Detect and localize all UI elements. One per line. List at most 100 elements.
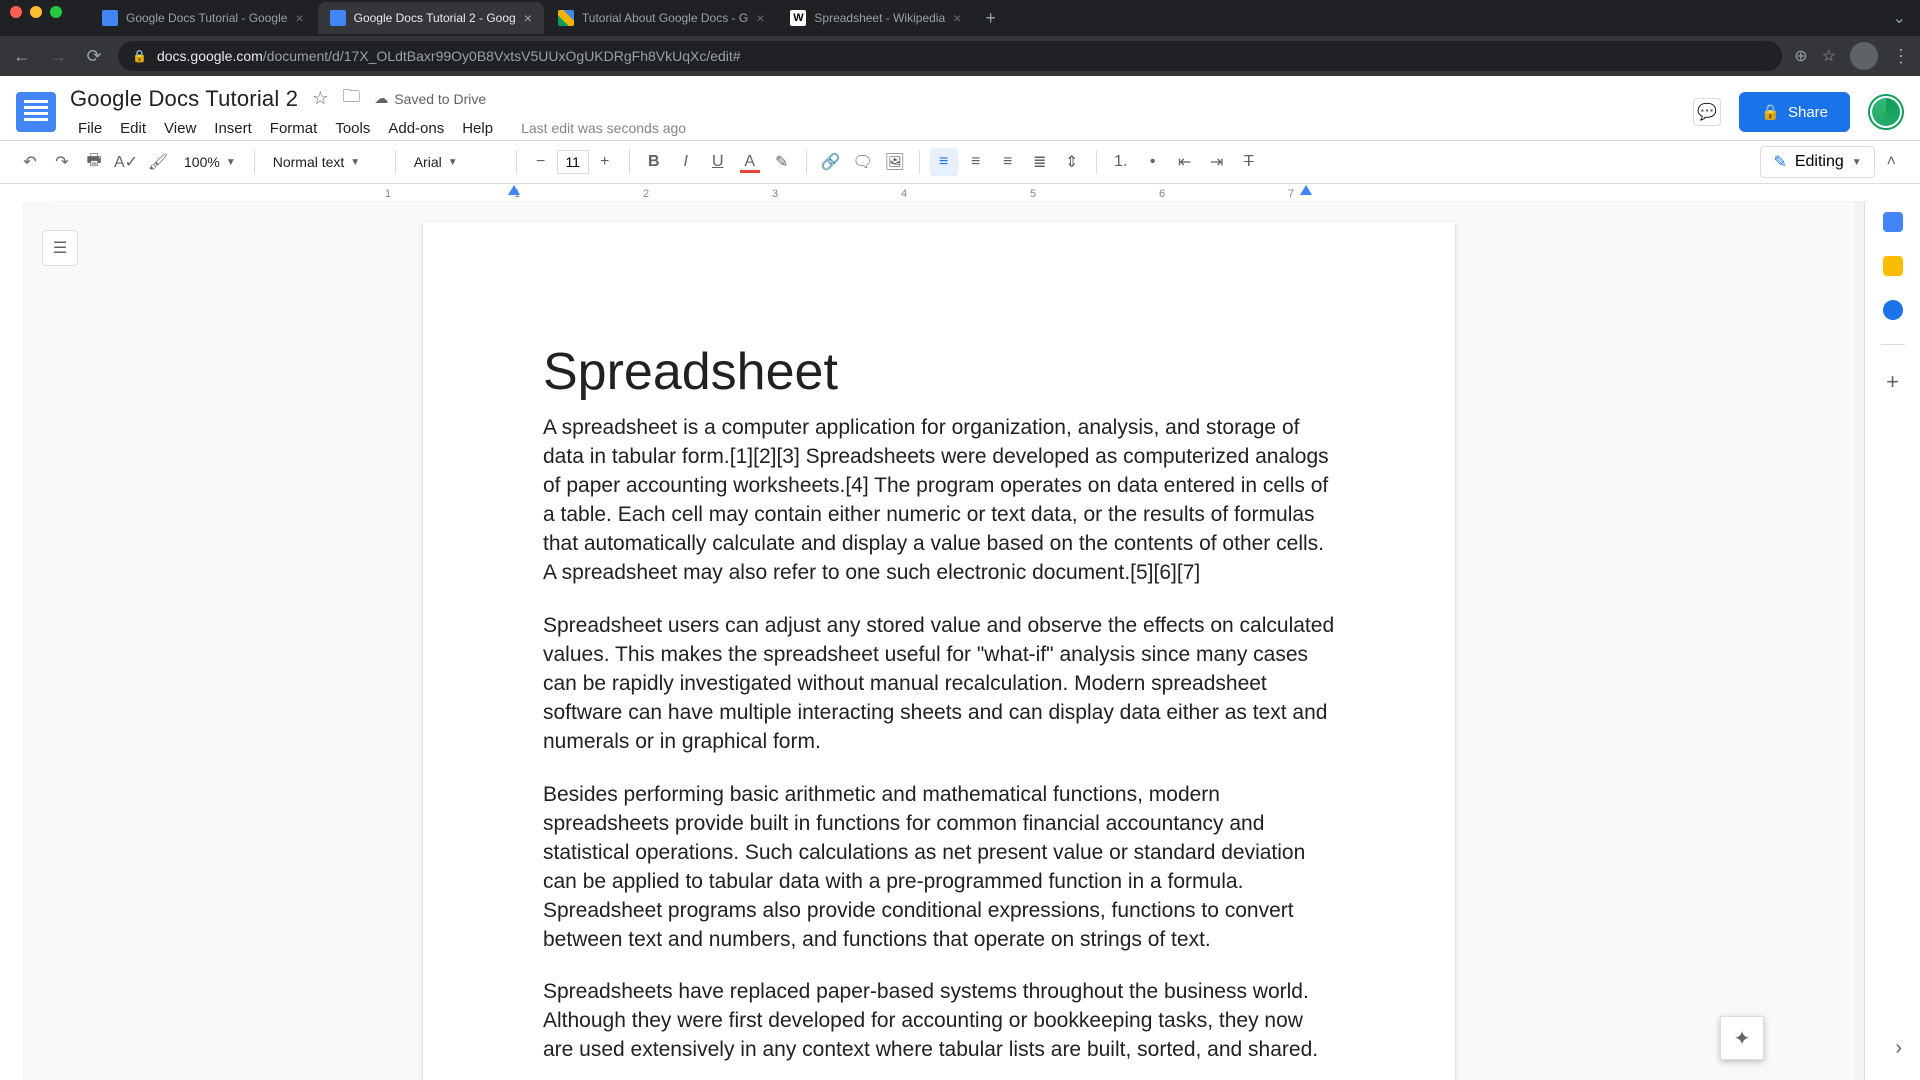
editing-mode-select[interactable]: ✎ Editing ▼: [1760, 146, 1874, 178]
tab-overflow-icon[interactable]: ⌄: [1879, 8, 1920, 28]
maximize-window-button[interactable]: [50, 6, 62, 18]
highlight-color-button[interactable]: ✎: [768, 148, 796, 176]
document-page[interactable]: Spreadsheet A spreadsheet is a computer …: [423, 222, 1455, 1080]
paragraph-style-select[interactable]: Normal text ▼: [265, 148, 385, 176]
italic-button[interactable]: I: [672, 148, 700, 176]
chevron-down-icon: ▼: [1852, 157, 1862, 168]
zoom-select[interactable]: 100% ▼: [176, 148, 244, 176]
nav-forward-button[interactable]: →: [46, 46, 70, 67]
docs-logo-icon[interactable]: [16, 92, 56, 132]
font-family-select[interactable]: Arial ▼: [406, 148, 506, 176]
document-paragraph[interactable]: Spreadsheet users can adjust any stored …: [543, 612, 1335, 757]
ruler-tick: 3: [772, 188, 778, 200]
url-bar[interactable]: 🔒 docs.google.com /document/d/17X_OLdtBa…: [118, 41, 1782, 71]
avatar-image-icon: [1872, 98, 1900, 126]
align-justify-button[interactable]: ≣: [1026, 148, 1054, 176]
menu-help[interactable]: Help: [454, 116, 501, 141]
document-title[interactable]: Google Docs Tutorial 2: [70, 86, 298, 112]
chevron-down-icon: ▼: [448, 157, 458, 168]
clear-formatting-button[interactable]: T: [1235, 148, 1263, 176]
tab-close-icon[interactable]: ×: [295, 10, 303, 26]
calendar-sidepanel-icon[interactable]: [1883, 212, 1903, 232]
comment-history-button[interactable]: 💬: [1693, 98, 1721, 126]
browser-tab[interactable]: Google Docs Tutorial - Google ×: [90, 2, 316, 34]
bulleted-list-button[interactable]: •: [1139, 148, 1167, 176]
vertical-scrollbar[interactable]: [1854, 202, 1864, 1080]
close-window-button[interactable]: [10, 6, 22, 18]
collapse-toolbar-button[interactable]: ˄: [1879, 153, 1904, 171]
keep-sidepanel-icon[interactable]: [1883, 256, 1903, 276]
document-paragraph[interactable]: A spreadsheet is a computer application …: [543, 414, 1335, 588]
browser-tab[interactable]: Google Docs Tutorial 2 - Goog ×: [318, 2, 544, 34]
last-edit-status[interactable]: Last edit was seconds ago: [521, 120, 686, 136]
move-folder-icon[interactable]: 🗀: [342, 84, 360, 114]
document-paragraph[interactable]: Besides performing basic arithmetic and …: [543, 781, 1335, 955]
print-button[interactable]: 🖶: [80, 148, 108, 176]
menu-format[interactable]: Format: [262, 116, 326, 141]
redo-button[interactable]: ↷: [48, 148, 76, 176]
save-status[interactable]: ☁ Saved to Drive: [374, 90, 486, 107]
zoom-icon[interactable]: ⊕: [1794, 46, 1807, 66]
align-left-button[interactable]: ≡: [930, 148, 958, 176]
tasks-sidepanel-icon[interactable]: [1883, 300, 1903, 320]
paint-format-button[interactable]: 🖌: [144, 148, 172, 176]
star-icon[interactable]: ☆: [312, 88, 328, 109]
separator: [1096, 150, 1097, 174]
document-outline-button[interactable]: ☰: [42, 230, 78, 266]
profile-avatar-icon[interactable]: [1850, 42, 1878, 70]
left-indent-marker-icon[interactable]: [508, 185, 520, 195]
side-panel: +: [1864, 202, 1920, 1080]
align-right-button[interactable]: ≡: [994, 148, 1022, 176]
menu-tools[interactable]: Tools: [327, 116, 378, 141]
account-avatar[interactable]: [1868, 94, 1904, 130]
font-size-decrease-button[interactable]: −: [527, 148, 555, 176]
show-side-panel-button[interactable]: ›: [1895, 1037, 1902, 1060]
bold-button[interactable]: B: [640, 148, 668, 176]
numbered-list-button[interactable]: 1.: [1107, 148, 1135, 176]
bookmark-star-icon[interactable]: ☆: [1822, 46, 1836, 66]
add-sidepanel-addon-button[interactable]: +: [1886, 369, 1899, 395]
explore-button[interactable]: ✦: [1720, 1016, 1764, 1060]
browser-tab[interactable]: W Spreadsheet - Wikipedia ×: [778, 2, 973, 34]
text-color-button[interactable]: A: [736, 148, 764, 176]
menu-edit[interactable]: Edit: [112, 116, 154, 141]
line-spacing-button[interactable]: ⇕: [1058, 148, 1086, 176]
indent-increase-button[interactable]: ⇥: [1203, 148, 1231, 176]
browser-actions: ⊕ ☆ ⋮: [1794, 42, 1910, 70]
browser-menu-icon[interactable]: ⋮: [1892, 46, 1910, 67]
new-tab-button[interactable]: +: [975, 8, 1006, 29]
browser-tab[interactable]: Tutorial About Google Docs - G ×: [546, 2, 777, 34]
document-heading[interactable]: Spreadsheet: [543, 342, 1335, 402]
tab-close-icon[interactable]: ×: [524, 10, 532, 26]
add-comment-button[interactable]: 🗨: [849, 148, 877, 176]
undo-button[interactable]: ↶: [16, 148, 44, 176]
right-indent-marker-icon[interactable]: [1300, 185, 1312, 195]
chevron-down-icon: ▼: [226, 157, 236, 168]
ruler-tick: 6: [1159, 188, 1165, 200]
document-paragraph[interactable]: Spreadsheets have replaced paper-based s…: [543, 978, 1335, 1065]
indent-decrease-button[interactable]: ⇤: [1171, 148, 1199, 176]
insert-image-button[interactable]: 🖼: [881, 148, 909, 176]
tab-close-icon[interactable]: ×: [953, 10, 961, 26]
separator: [516, 150, 517, 174]
font-size-input[interactable]: [557, 150, 589, 174]
underline-button[interactable]: U: [704, 148, 732, 176]
browser-tabstrip: Google Docs Tutorial - Google × Google D…: [0, 0, 1920, 36]
horizontal-ruler[interactable]: 1 1 2 3 4 5 6 7: [52, 184, 1868, 202]
document-canvas[interactable]: ☰ Spreadsheet A spreadsheet is a compute…: [24, 202, 1854, 1080]
menu-file[interactable]: File: [70, 116, 110, 141]
share-button[interactable]: 🔒 Share: [1739, 92, 1850, 132]
align-center-button[interactable]: ≡: [962, 148, 990, 176]
font-size-increase-button[interactable]: +: [591, 148, 619, 176]
menu-addons[interactable]: Add-ons: [380, 116, 452, 141]
tab-title: Google Docs Tutorial - Google: [126, 11, 287, 25]
insert-link-button[interactable]: 🔗: [817, 148, 845, 176]
spellcheck-button[interactable]: A✓: [112, 148, 140, 176]
tab-close-icon[interactable]: ×: [756, 10, 764, 26]
menu-view[interactable]: View: [156, 116, 204, 141]
vertical-ruler[interactable]: [4, 202, 24, 1080]
nav-reload-button[interactable]: ⟳: [82, 46, 106, 67]
minimize-window-button[interactable]: [30, 6, 42, 18]
nav-back-button[interactable]: ←: [10, 46, 34, 67]
menu-insert[interactable]: Insert: [206, 116, 260, 141]
